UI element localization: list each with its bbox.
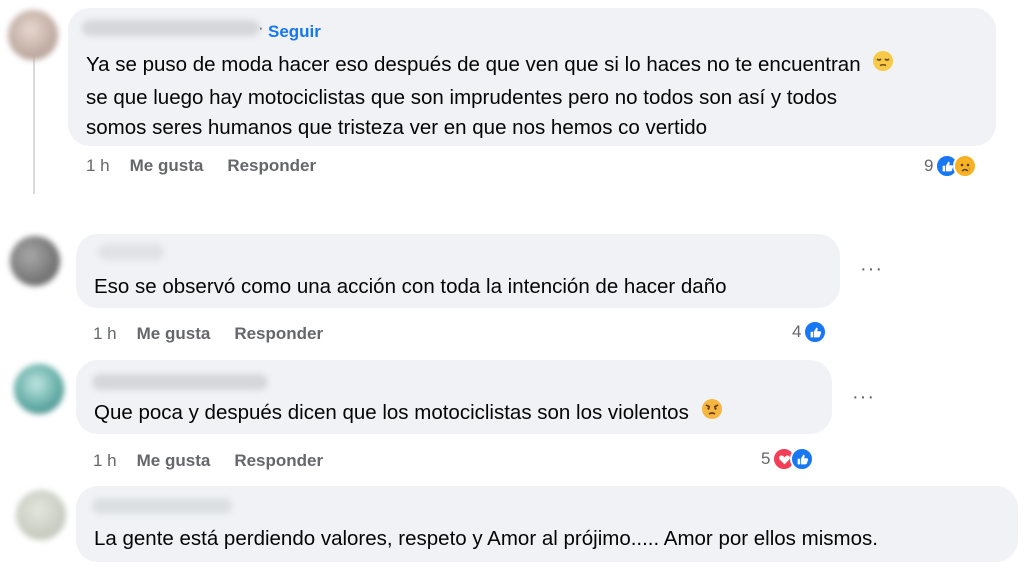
like-reaction-icon [790,447,815,471]
more-options-button[interactable]: ··· [860,258,883,281]
timestamp[interactable]: 1 h [93,324,117,344]
like-reaction-icon [803,320,828,344]
timestamp[interactable]: 1 h [86,156,110,176]
follow-link[interactable]: Seguir [268,22,321,42]
comment-text-line: somos seres humanos que tristeza ver en … [86,116,708,139]
sad-reaction-icon [953,154,978,178]
author-name[interactable] [98,244,164,260]
reaction-summary[interactable]: 4 [792,320,828,344]
comment-bubble: Eso se observó como una acción con toda … [76,234,840,308]
reply-button[interactable]: Responder [234,451,323,471]
comment-text-line: La gente está perdiendo valores, respeto… [94,527,878,550]
author-name[interactable] [92,498,232,514]
reaction-count: 4 [792,322,802,341]
name-separator: · [258,18,264,37]
comment-actions: 1 h Me gusta Responder [86,156,316,176]
comment-text-line: Que poca y después dicen que los motocic… [94,396,723,430]
thread-line [33,48,35,194]
pensive-face-emoji [872,49,894,82]
comment-bubble: · Seguir Ya se puso de moda hacer eso de… [68,8,996,146]
comment-bubble: Que poca y después dicen que los motocic… [76,360,832,434]
comment-text-line: se que luego hay motociclistas que son i… [86,86,837,109]
author-name[interactable] [82,20,260,36]
avatar[interactable] [10,236,60,286]
more-options-button[interactable]: ··· [852,386,875,409]
like-button[interactable]: Me gusta [130,156,204,176]
avatar[interactable] [8,10,58,60]
avatar[interactable] [14,364,64,414]
angry-face-emoji [701,397,723,430]
reply-button[interactable]: Responder [227,156,316,176]
reaction-summary[interactable]: 9 [924,154,978,178]
comment-actions: 1 h Me gusta Responder [93,324,323,344]
reaction-count: 5 [761,449,771,468]
avatar[interactable] [16,490,66,540]
reply-button[interactable]: Responder [234,324,323,344]
reaction-count: 9 [924,156,934,175]
reaction-summary[interactable]: 5 [761,447,815,471]
like-button[interactable]: Me gusta [137,451,211,471]
comment-text-line: Eso se observó como una acción con toda … [94,275,727,298]
author-name[interactable] [92,374,268,390]
comment-text-line: Ya se puso de moda hacer eso después de … [86,48,894,82]
timestamp[interactable]: 1 h [93,451,117,471]
comment-actions: 1 h Me gusta Responder [93,451,323,471]
comment-bubble: La gente está perdiendo valores, respeto… [76,486,1018,562]
like-button[interactable]: Me gusta [137,324,211,344]
